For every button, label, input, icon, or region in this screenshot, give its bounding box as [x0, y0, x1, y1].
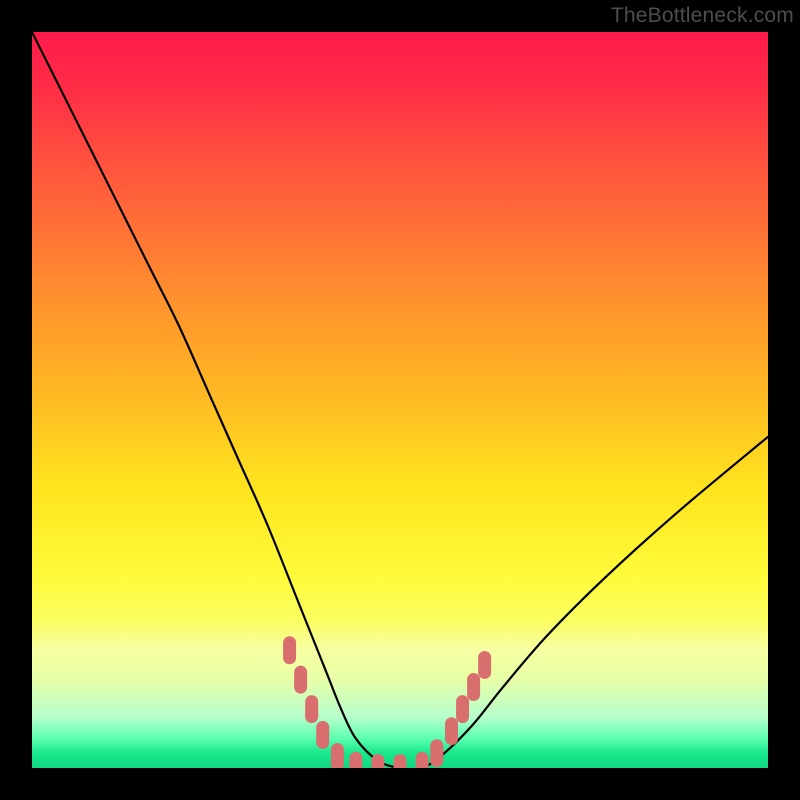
plot-area	[32, 32, 768, 768]
valley-marker	[430, 739, 443, 767]
chart-frame: TheBottleneck.com	[0, 0, 800, 800]
valley-marker	[371, 754, 384, 768]
valley-marker	[478, 651, 491, 679]
valley-marker	[394, 754, 407, 768]
valley-marker	[445, 717, 458, 745]
valley-marker	[316, 721, 329, 749]
curve-svg	[32, 32, 768, 768]
bottleneck-curve	[32, 32, 768, 768]
valley-marker	[331, 743, 344, 768]
valley-marker	[456, 695, 469, 723]
watermark-text: TheBottleneck.com	[611, 4, 794, 28]
valley-marker	[305, 695, 318, 723]
valley-marker	[416, 752, 429, 768]
valley-marker	[283, 636, 296, 664]
valley-marker	[294, 666, 307, 694]
valley-marker	[467, 673, 480, 701]
valley-marker	[349, 752, 362, 768]
valley-markers	[283, 636, 491, 768]
